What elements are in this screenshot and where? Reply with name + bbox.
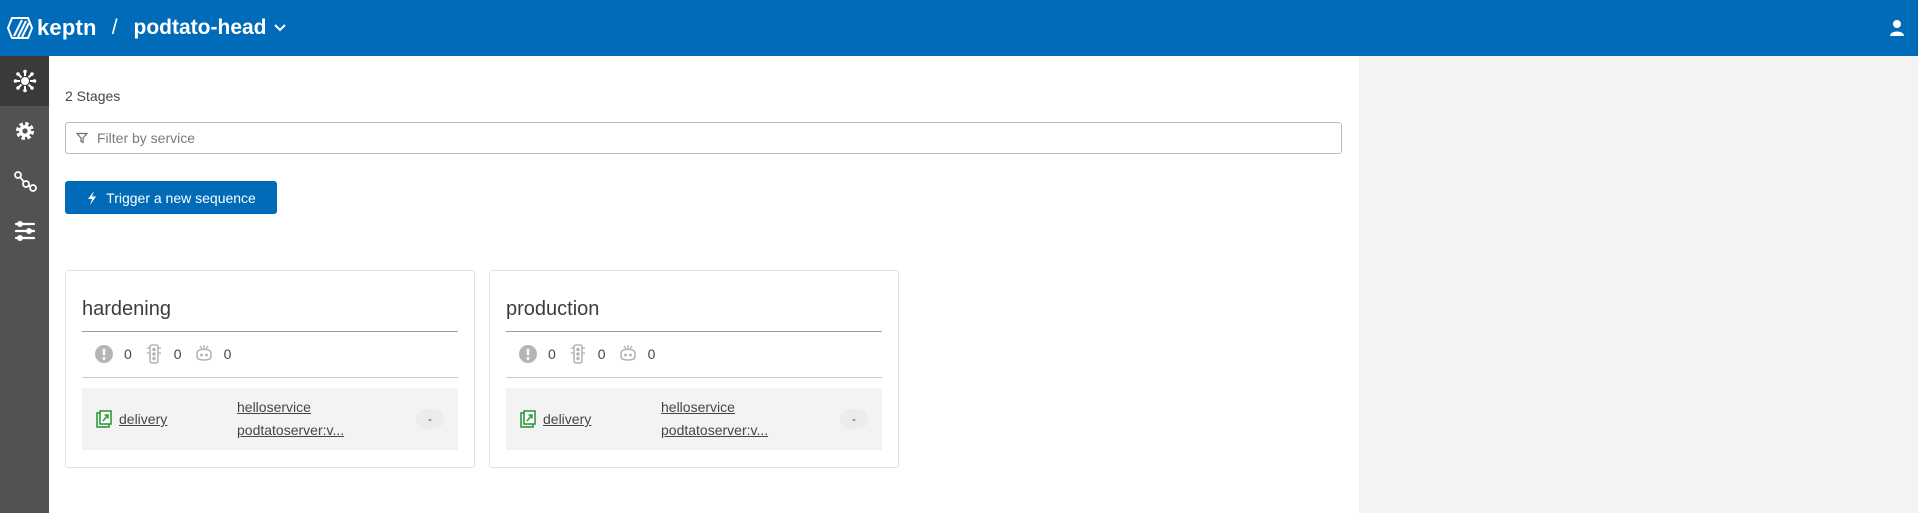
sidebar-item-settings[interactable] <box>0 106 49 156</box>
divider <box>82 377 458 378</box>
sidebar-item-services[interactable] <box>0 206 49 256</box>
stage-card-production: production 0 0 0 delivery helloservice p… <box>489 270 899 468</box>
stage-counters: 0 0 0 <box>94 344 243 364</box>
remediations-count: 0 <box>647 346 656 362</box>
traffic-light-icon <box>146 344 161 364</box>
sequence-icon <box>13 171 37 192</box>
divider <box>506 377 882 378</box>
sidebar-item-sequences[interactable] <box>0 156 49 206</box>
keptn-logo-icon <box>6 17 34 39</box>
problem-icon <box>519 345 537 363</box>
artifact-link[interactable]: helloservice <box>661 396 768 419</box>
stage-title[interactable]: hardening <box>82 298 171 321</box>
user-icon <box>1890 20 1904 36</box>
service-deployment-icon <box>520 410 536 428</box>
gear-icon <box>15 122 34 140</box>
trigger-sequence-button[interactable]: Trigger a new sequence <box>65 181 277 214</box>
main-content: 2 Stages Trigger a new sequence hardenin… <box>49 56 1359 513</box>
problems-count: 0 <box>124 346 132 362</box>
traffic-light-icon <box>570 344 585 364</box>
problems-count: 0 <box>548 346 556 362</box>
stage-title[interactable]: production <box>506 298 599 321</box>
service-filter-input[interactable] <box>97 130 1297 146</box>
breadcrumb-separator: / <box>111 16 118 39</box>
filter-icon <box>76 132 88 144</box>
top-header: keptn / podtato-head <box>0 0 1918 56</box>
remediations-count: 0 <box>223 346 232 362</box>
evaluations-counter[interactable]: 0 <box>144 344 182 364</box>
stage-counters: 0 0 0 <box>518 344 667 364</box>
trigger-sequence-label: Trigger a new sequence <box>106 189 256 206</box>
details-panel <box>1359 56 1918 513</box>
service-status-badge[interactable]: - <box>840 409 868 429</box>
environment-icon <box>13 69 36 93</box>
service-deployment-icon <box>96 410 112 428</box>
service-link-delivery[interactable]: delivery <box>543 411 661 427</box>
user-menu-button[interactable] <box>1886 17 1908 39</box>
sliders-icon <box>14 221 35 241</box>
divider <box>82 331 458 332</box>
stage-count: 2 Stages <box>65 88 121 104</box>
service-artifacts: helloservice podtatoserver:v... <box>237 396 344 442</box>
sidebar <box>0 56 49 513</box>
service-artifacts: helloservice podtatoserver:v... <box>661 396 768 442</box>
remediation-icon <box>619 345 636 361</box>
service-filter[interactable] <box>65 122 1342 154</box>
evaluations-count: 0 <box>173 346 182 362</box>
problem-icon <box>95 345 113 363</box>
artifact-link[interactable]: podtatoserver:v... <box>661 419 768 442</box>
remediations-counter[interactable]: 0 <box>618 344 656 364</box>
sidebar-item-environment[interactable] <box>0 56 49 106</box>
divider <box>506 331 882 332</box>
artifact-link[interactable]: helloservice <box>237 396 344 419</box>
problems-counter[interactable]: 0 <box>94 344 132 364</box>
service-link-delivery[interactable]: delivery <box>119 411 237 427</box>
artifact-link[interactable]: podtatoserver:v... <box>237 419 344 442</box>
project-dropdown-button[interactable] <box>273 24 286 32</box>
keptn-logo[interactable]: keptn <box>6 14 97 42</box>
remediations-counter[interactable]: 0 <box>194 344 232 364</box>
service-status-badge[interactable]: - <box>416 409 444 429</box>
problems-counter[interactable]: 0 <box>518 344 556 364</box>
service-row: delivery helloservice podtatoserver:v...… <box>506 388 882 450</box>
project-name[interactable]: podtato-head <box>134 16 267 40</box>
remediation-icon <box>195 345 212 361</box>
logo-text: keptn <box>37 15 97 40</box>
chevron-down-icon <box>273 24 286 32</box>
lightning-icon <box>88 190 97 205</box>
evaluations-counter[interactable]: 0 <box>568 344 606 364</box>
service-row: delivery helloservice podtatoserver:v...… <box>82 388 458 450</box>
stage-card-hardening: hardening 0 0 0 delivery helloservice po… <box>65 270 475 468</box>
evaluations-count: 0 <box>597 346 606 362</box>
